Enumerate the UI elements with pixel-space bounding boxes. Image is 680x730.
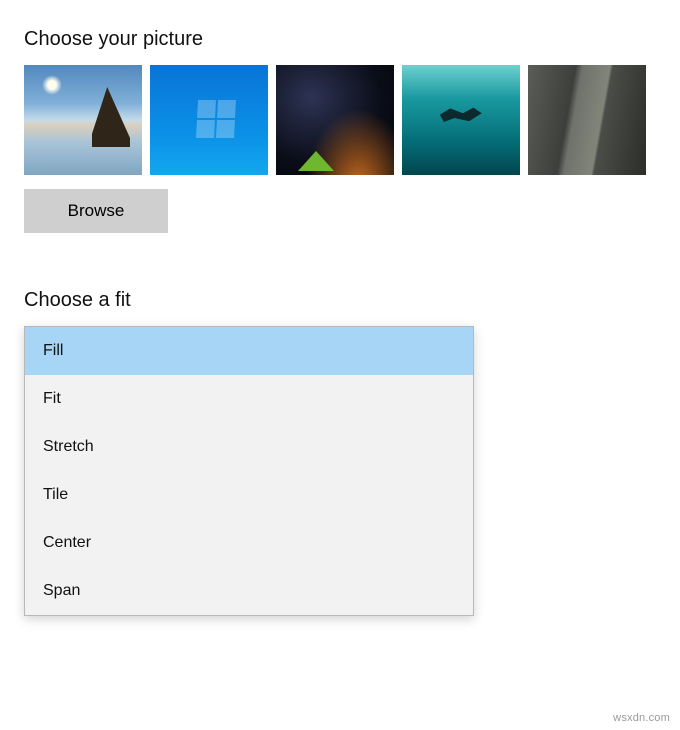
fit-option-center[interactable]: Center xyxy=(25,519,473,567)
fit-option-stretch[interactable]: Stretch xyxy=(25,423,473,471)
choose-fit-title: Choose a fit xyxy=(24,289,656,312)
browse-button[interactable]: Browse xyxy=(24,189,168,233)
picture-thumbnail-beach[interactable] xyxy=(24,65,142,175)
fit-option-tile[interactable]: Tile xyxy=(25,471,473,519)
fit-option-fill[interactable]: Fill xyxy=(25,327,473,375)
fit-option-fit[interactable]: Fit xyxy=(25,375,473,423)
picture-thumbnail-cliff[interactable] xyxy=(528,65,646,175)
choose-picture-title: Choose your picture xyxy=(24,28,656,51)
watermark-text: wsxdn.com xyxy=(613,712,670,724)
choose-fit-section: Choose a fit Fill Fit Stretch Tile Cente… xyxy=(24,289,656,616)
fit-option-span[interactable]: Span xyxy=(25,567,473,615)
picture-thumbnail-night-tent[interactable] xyxy=(276,65,394,175)
picture-thumbnail-windows-blue[interactable] xyxy=(150,65,268,175)
picture-thumbnail-row xyxy=(24,65,656,175)
choose-picture-section: Choose your picture Browse xyxy=(24,28,656,233)
fit-dropdown[interactable]: Fill Fit Stretch Tile Center Span xyxy=(24,326,474,616)
picture-thumbnail-underwater[interactable] xyxy=(402,65,520,175)
